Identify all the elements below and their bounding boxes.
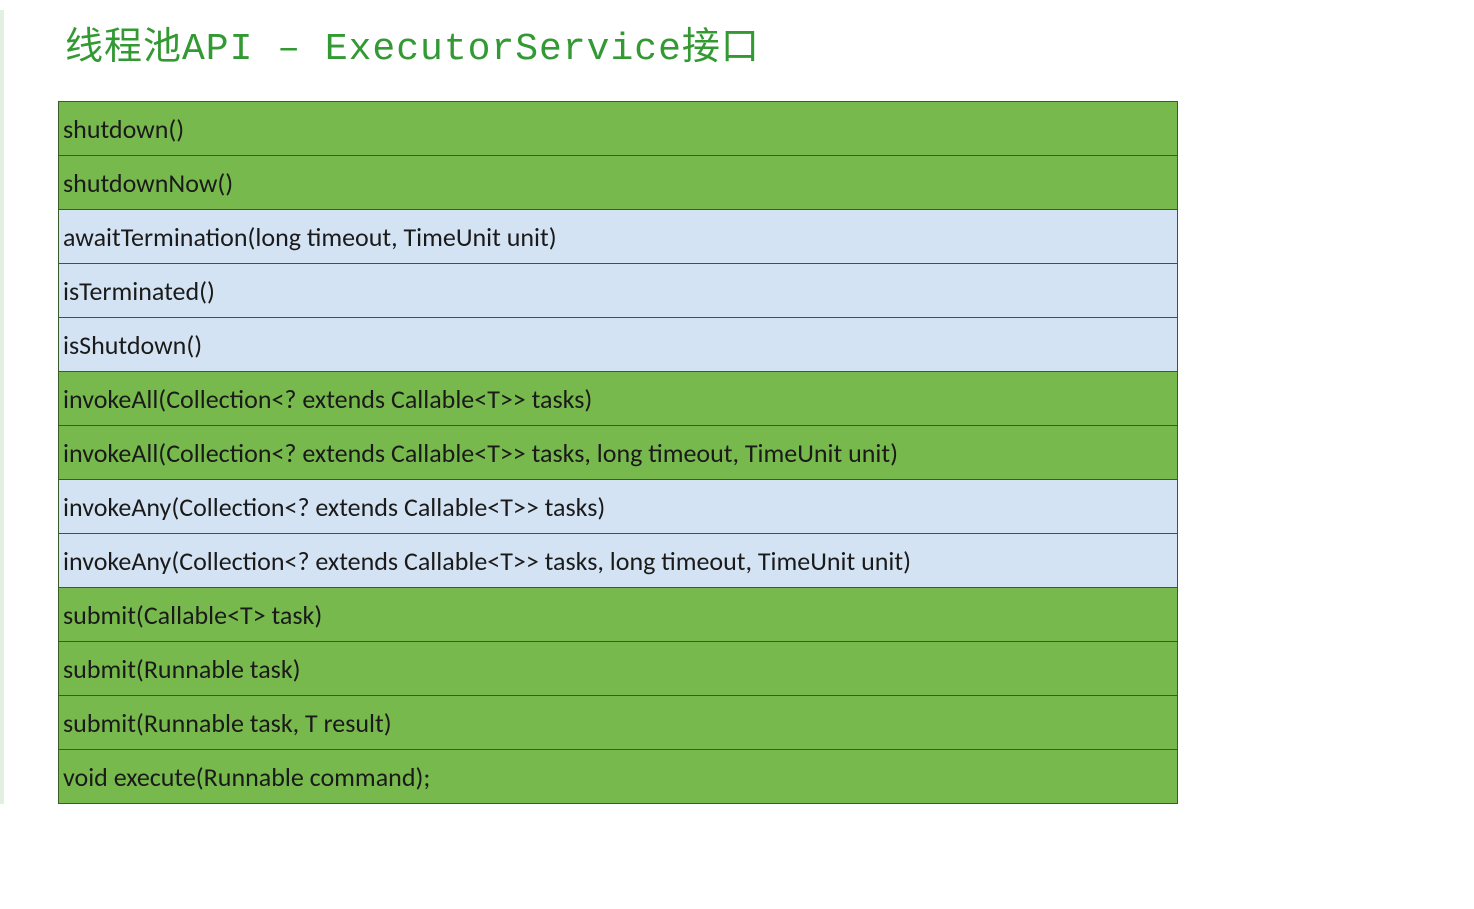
table-row: invokeAny(Collection<? extends Callable<… [59, 480, 1178, 534]
api-method-cell: submit(Runnable task) [59, 642, 1178, 696]
api-method-cell: submit(Callable<T> task) [59, 588, 1178, 642]
table-row: submit(Callable<T> task) [59, 588, 1178, 642]
slide-container: 线程池API – ExecutorService接口 shutdown() sh… [0, 10, 1474, 804]
api-method-cell: isTerminated() [59, 264, 1178, 318]
table-row: awaitTermination(long timeout, TimeUnit … [59, 210, 1178, 264]
table-row: shutdownNow() [59, 156, 1178, 210]
api-method-cell: invokeAll(Collection<? extends Callable<… [59, 426, 1178, 480]
api-method-cell: invokeAll(Collection<? extends Callable<… [59, 372, 1178, 426]
table-row: invokeAll(Collection<? extends Callable<… [59, 372, 1178, 426]
table-row: invokeAll(Collection<? extends Callable<… [59, 426, 1178, 480]
api-method-cell: shutdownNow() [59, 156, 1178, 210]
api-method-cell: shutdown() [59, 102, 1178, 156]
api-table-wrapper: shutdown() shutdownNow() awaitTerminatio… [58, 101, 1178, 804]
api-method-cell: invokeAny(Collection<? extends Callable<… [59, 480, 1178, 534]
api-method-cell: invokeAny(Collection<? extends Callable<… [59, 534, 1178, 588]
accent-bar [0, 10, 4, 804]
table-row: submit(Runnable task) [59, 642, 1178, 696]
api-table: shutdown() shutdownNow() awaitTerminatio… [58, 101, 1178, 804]
api-method-cell: submit(Runnable task, T result) [59, 696, 1178, 750]
api-method-cell: isShutdown() [59, 318, 1178, 372]
table-row: isShutdown() [59, 318, 1178, 372]
api-table-body: shutdown() shutdownNow() awaitTerminatio… [59, 102, 1178, 804]
table-row: isTerminated() [59, 264, 1178, 318]
api-method-cell: awaitTermination(long timeout, TimeUnit … [59, 210, 1178, 264]
table-row: invokeAny(Collection<? extends Callable<… [59, 534, 1178, 588]
table-row: shutdown() [59, 102, 1178, 156]
table-row: submit(Runnable task, T result) [59, 696, 1178, 750]
api-method-cell: void execute(Runnable command); [59, 750, 1178, 804]
table-row: void execute(Runnable command); [59, 750, 1178, 804]
page-title: 线程池API – ExecutorService接口 [0, 10, 1474, 101]
